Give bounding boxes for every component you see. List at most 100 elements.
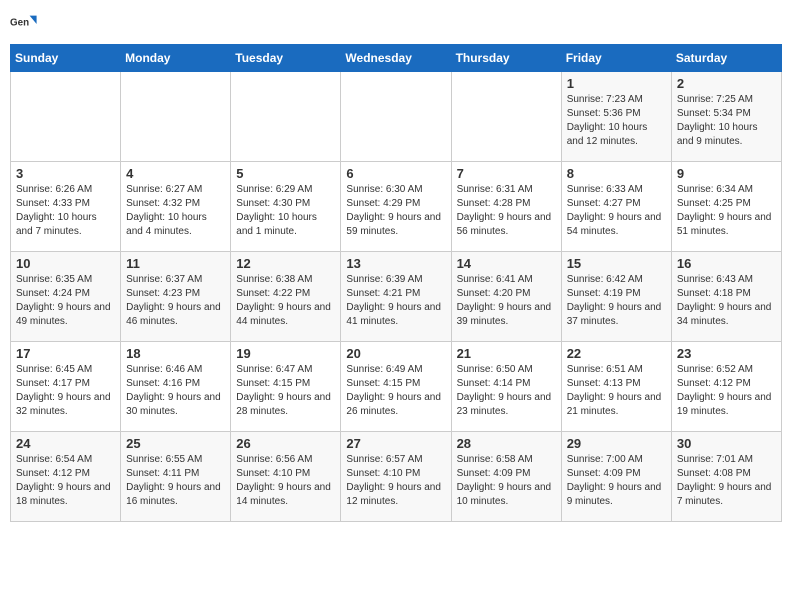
weekday-header-sunday: Sunday [11, 45, 121, 72]
day-info: Sunrise: 6:41 AM Sunset: 4:20 PM Dayligh… [457, 273, 556, 329]
day-info: Sunrise: 6:50 AM Sunset: 4:14 PM Dayligh… [457, 363, 556, 419]
weekday-header-wednesday: Wednesday [341, 45, 451, 72]
day-info: Sunrise: 6:31 AM Sunset: 4:28 PM Dayligh… [457, 183, 556, 239]
calendar-week-row: 1Sunrise: 7:23 AM Sunset: 5:36 PM Daylig… [11, 72, 782, 162]
day-info: Sunrise: 6:49 AM Sunset: 4:15 PM Dayligh… [346, 363, 445, 419]
calendar-cell: 8 Sunrise: 6:33 AM Sunset: 4:27 PM Daylig… [561, 162, 671, 252]
calendar-week-row: 24 Sunrise: 6:54 AM Sunset: 4:12 PM Dayli… [11, 432, 782, 522]
day-number: 7 [457, 166, 556, 181]
day-number: 17 [16, 346, 115, 361]
day-number: 18 [126, 346, 225, 361]
calendar-cell: 13 Sunrise: 6:39 AM Sunset: 4:21 PM Dayli… [341, 252, 451, 342]
day-number: 24 [16, 436, 115, 451]
calendar-cell: 15 Sunrise: 6:42 AM Sunset: 4:19 PM Dayli… [561, 252, 671, 342]
calendar-cell: 29Sunrise: 7:00 AM Sunset: 4:09 PM Dayli… [561, 432, 671, 522]
calendar-cell [231, 72, 341, 162]
day-info: Sunrise: 6:35 AM Sunset: 4:24 PM Dayligh… [16, 273, 115, 329]
day-number: 25 [126, 436, 225, 451]
day-info: Sunrise: 6:26 AM Sunset: 4:33 PM Dayligh… [16, 183, 115, 239]
weekday-header-thursday: Thursday [451, 45, 561, 72]
calendar-cell: 2 Sunrise: 7:25 AM Sunset: 5:34 PM Daylig… [671, 72, 781, 162]
weekday-header-row: SundayMondayTuesdayWednesdayThursdayFrid… [11, 45, 782, 72]
calendar-cell: 12 Sunrise: 6:38 AM Sunset: 4:22 PM Dayli… [231, 252, 341, 342]
day-number: 2 [677, 76, 776, 91]
day-number: 11 [126, 256, 225, 271]
day-info: Sunrise: 6:56 AM Sunset: 4:10 PM Dayligh… [236, 453, 335, 509]
day-number: 5 [236, 166, 335, 181]
day-number: 10 [16, 256, 115, 271]
day-number: 16 [677, 256, 776, 271]
day-info: Sunrise: 6:58 AM Sunset: 4:09 PM Dayligh… [457, 453, 556, 509]
day-number: 14 [457, 256, 556, 271]
calendar-cell [11, 72, 121, 162]
day-number: 9 [677, 166, 776, 181]
day-info: Sunrise: 6:34 AM Sunset: 4:25 PM Dayligh… [677, 183, 776, 239]
calendar-cell: 25Sunrise: 6:55 AM Sunset: 4:11 PM Dayli… [121, 432, 231, 522]
day-number: 21 [457, 346, 556, 361]
calendar-cell: 14 Sunrise: 6:41 AM Sunset: 4:20 PM Dayli… [451, 252, 561, 342]
calendar-cell: 10 Sunrise: 6:35 AM Sunset: 4:24 PM Dayli… [11, 252, 121, 342]
day-info: Sunrise: 7:25 AM Sunset: 5:34 PM Dayligh… [677, 93, 776, 149]
day-number: 20 [346, 346, 445, 361]
day-info: Sunrise: 6:29 AM Sunset: 4:30 PM Dayligh… [236, 183, 335, 239]
calendar-table: SundayMondayTuesdayWednesdayThursdayFrid… [10, 44, 782, 522]
day-info: Sunrise: 6:30 AM Sunset: 4:29 PM Dayligh… [346, 183, 445, 239]
day-number: 22 [567, 346, 666, 361]
day-number: 15 [567, 256, 666, 271]
calendar-cell: 21 Sunrise: 6:50 AM Sunset: 4:14 PM Dayli… [451, 342, 561, 432]
calendar-cell: 7 Sunrise: 6:31 AM Sunset: 4:28 PM Daylig… [451, 162, 561, 252]
calendar-cell: 19Sunrise: 6:47 AM Sunset: 4:15 PM Dayli… [231, 342, 341, 432]
day-info: Sunrise: 6:45 AM Sunset: 4:17 PM Dayligh… [16, 363, 115, 419]
day-info: Sunrise: 6:47 AM Sunset: 4:15 PM Dayligh… [236, 363, 335, 419]
day-info: Sunrise: 7:01 AM Sunset: 4:08 PM Dayligh… [677, 453, 776, 509]
calendar-cell: 3 Sunrise: 6:26 AM Sunset: 4:33 PM Daylig… [11, 162, 121, 252]
calendar-cell: 24 Sunrise: 6:54 AM Sunset: 4:12 PM Dayli… [11, 432, 121, 522]
day-info: Sunrise: 6:39 AM Sunset: 4:21 PM Dayligh… [346, 273, 445, 329]
day-number: 28 [457, 436, 556, 451]
calendar-week-row: 17 Sunrise: 6:45 AM Sunset: 4:17 PM Dayli… [11, 342, 782, 432]
day-info: Sunrise: 6:42 AM Sunset: 4:19 PM Dayligh… [567, 273, 666, 329]
calendar-cell: 26 Sunrise: 6:56 AM Sunset: 4:10 PM Dayli… [231, 432, 341, 522]
day-info: Sunrise: 6:46 AM Sunset: 4:16 PM Dayligh… [126, 363, 225, 419]
day-number: 23 [677, 346, 776, 361]
calendar-cell [121, 72, 231, 162]
calendar-cell: 28 Sunrise: 6:58 AM Sunset: 4:09 PM Dayli… [451, 432, 561, 522]
weekday-header-saturday: Saturday [671, 45, 781, 72]
calendar-cell: 11 Sunrise: 6:37 AM Sunset: 4:23 PM Dayli… [121, 252, 231, 342]
logo-icon: Gen [10, 10, 38, 38]
day-info: Sunrise: 6:52 AM Sunset: 4:12 PM Dayligh… [677, 363, 776, 419]
day-info: Sunrise: 6:54 AM Sunset: 4:12 PM Dayligh… [16, 453, 115, 509]
day-number: 1 [567, 76, 666, 91]
calendar-cell: 22 Sunrise: 6:51 AM Sunset: 4:13 PM Dayli… [561, 342, 671, 432]
calendar-cell: 27Sunrise: 6:57 AM Sunset: 4:10 PM Dayli… [341, 432, 451, 522]
day-number: 13 [346, 256, 445, 271]
calendar-cell: 5 Sunrise: 6:29 AM Sunset: 4:30 PM Daylig… [231, 162, 341, 252]
day-info: Sunrise: 6:27 AM Sunset: 4:32 PM Dayligh… [126, 183, 225, 239]
calendar-cell: 18 Sunrise: 6:46 AM Sunset: 4:16 PM Dayli… [121, 342, 231, 432]
calendar-cell: 30 Sunrise: 7:01 AM Sunset: 4:08 PM Dayli… [671, 432, 781, 522]
day-info: Sunrise: 7:00 AM Sunset: 4:09 PM Dayligh… [567, 453, 666, 509]
weekday-header-monday: Monday [121, 45, 231, 72]
day-number: 27 [346, 436, 445, 451]
calendar-cell [341, 72, 451, 162]
page-header: Gen [10, 10, 782, 38]
calendar-cell: 4 Sunrise: 6:27 AM Sunset: 4:32 PM Daylig… [121, 162, 231, 252]
day-number: 12 [236, 256, 335, 271]
day-number: 26 [236, 436, 335, 451]
day-number: 4 [126, 166, 225, 181]
calendar-cell: 17 Sunrise: 6:45 AM Sunset: 4:17 PM Dayli… [11, 342, 121, 432]
day-info: Sunrise: 6:38 AM Sunset: 4:22 PM Dayligh… [236, 273, 335, 329]
day-info: Sunrise: 6:51 AM Sunset: 4:13 PM Dayligh… [567, 363, 666, 419]
calendar-cell: 16 Sunrise: 6:43 AM Sunset: 4:18 PM Dayli… [671, 252, 781, 342]
day-info: Sunrise: 6:37 AM Sunset: 4:23 PM Dayligh… [126, 273, 225, 329]
calendar-cell: 23 Sunrise: 6:52 AM Sunset: 4:12 PM Dayli… [671, 342, 781, 432]
weekday-header-friday: Friday [561, 45, 671, 72]
svg-text:Gen: Gen [10, 17, 29, 28]
day-number: 8 [567, 166, 666, 181]
day-number: 30 [677, 436, 776, 451]
day-info: Sunrise: 6:43 AM Sunset: 4:18 PM Dayligh… [677, 273, 776, 329]
day-number: 3 [16, 166, 115, 181]
calendar-cell: 9 Sunrise: 6:34 AM Sunset: 4:25 PM Daylig… [671, 162, 781, 252]
day-info: Sunrise: 6:33 AM Sunset: 4:27 PM Dayligh… [567, 183, 666, 239]
calendar-cell: 1Sunrise: 7:23 AM Sunset: 5:36 PM Daylig… [561, 72, 671, 162]
